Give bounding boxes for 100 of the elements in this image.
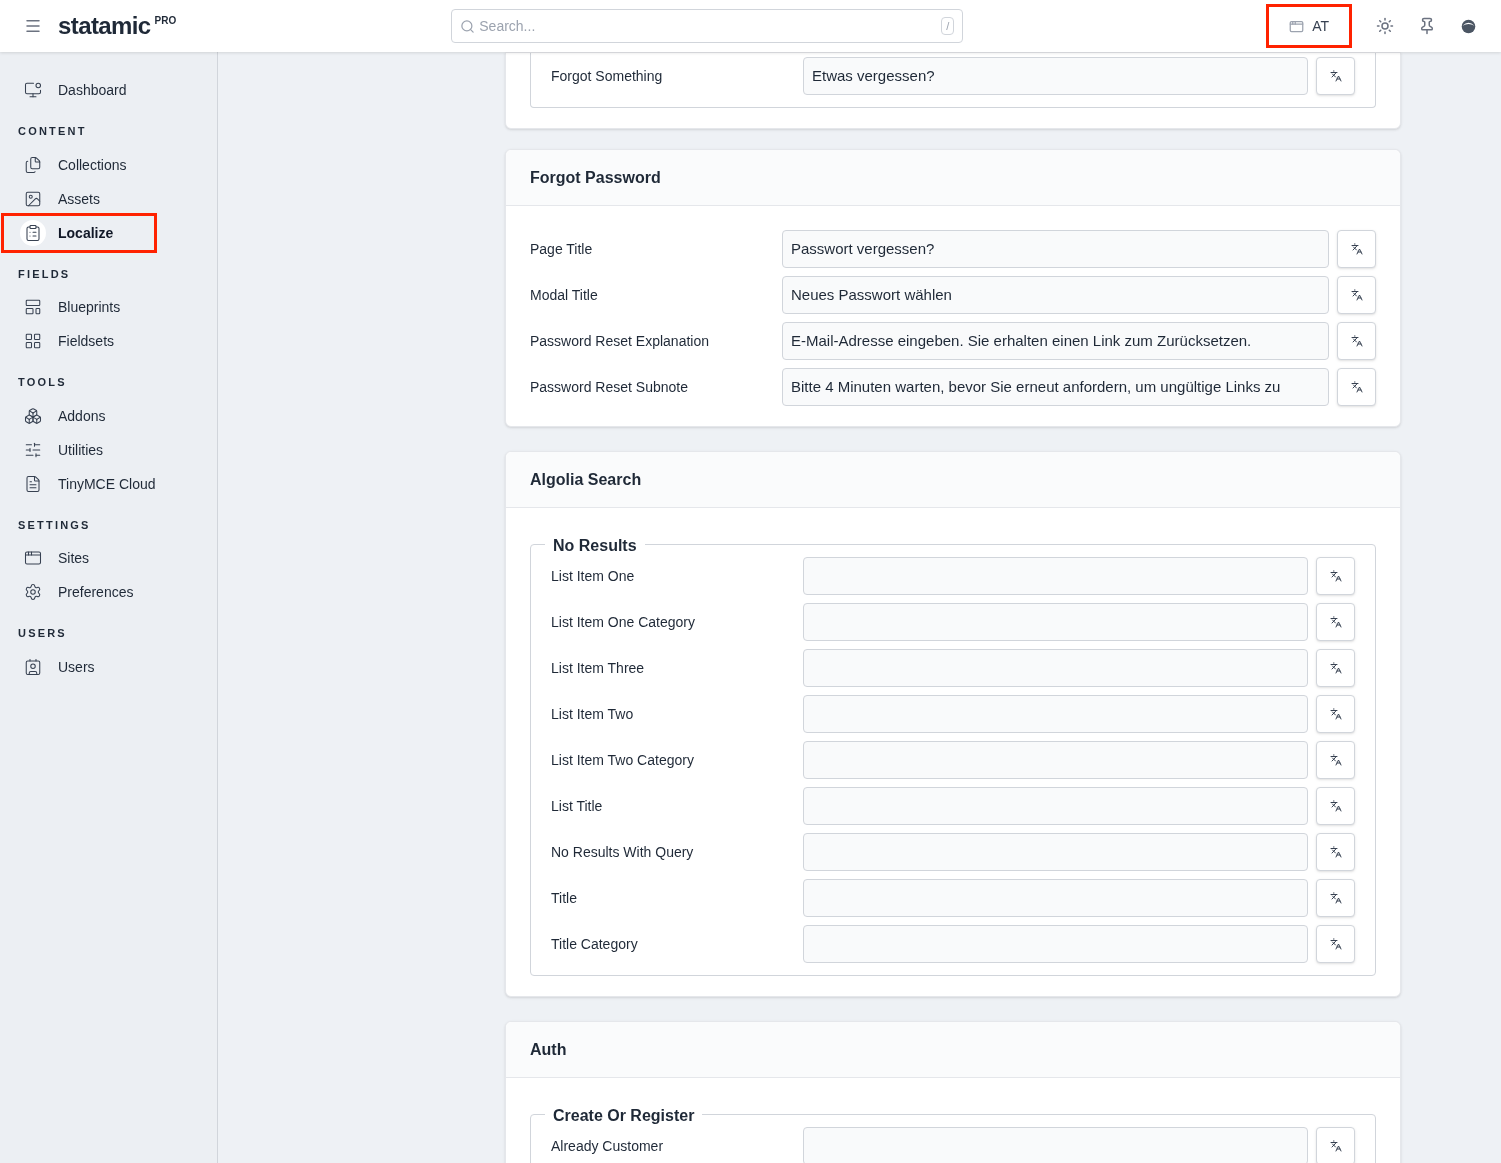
input-field[interactable]: Neues Passwort wählen bbox=[782, 276, 1329, 314]
field-label: List Item One bbox=[551, 567, 636, 586]
field-label: Password Reset Subnote bbox=[530, 378, 689, 397]
section-heading: FIELDS bbox=[18, 266, 72, 282]
window-icon bbox=[1289, 18, 1305, 34]
menu-icon[interactable] bbox=[24, 17, 42, 35]
sliders-icon bbox=[24, 440, 42, 459]
input-field[interactable] bbox=[803, 1127, 1308, 1163]
field-label: Title bbox=[551, 889, 578, 908]
translate-icon bbox=[1350, 381, 1363, 393]
translate-button[interactable] bbox=[1337, 368, 1376, 406]
translate-button[interactable] bbox=[1337, 230, 1376, 268]
translate-button[interactable] bbox=[1316, 557, 1355, 595]
sidebar-item[interactable]: Localize bbox=[4, 215, 154, 250]
boxes-icon bbox=[24, 406, 42, 425]
input-field[interactable]: Etwas vergessen? bbox=[803, 57, 1308, 95]
translate-icon bbox=[1329, 938, 1342, 950]
translate-icon bbox=[1329, 570, 1342, 582]
sidebar-item[interactable]: Collections bbox=[4, 147, 154, 182]
sidebar-item[interactable]: Preferences bbox=[4, 575, 154, 609]
sidebar-item[interactable]: Users bbox=[4, 649, 154, 684]
contact-card-icon bbox=[24, 657, 42, 676]
logo: statamic bbox=[58, 11, 151, 41]
sidebar-item[interactable]: Blueprints bbox=[4, 290, 154, 324]
input-field[interactable] bbox=[803, 879, 1308, 917]
translate-button[interactable] bbox=[1316, 649, 1355, 687]
translate-button[interactable] bbox=[1316, 741, 1355, 779]
section-heading: TOOLS bbox=[18, 375, 68, 390]
translate-button[interactable] bbox=[1316, 787, 1355, 825]
search-icon bbox=[460, 18, 476, 34]
sidebar-item[interactable]: Assets bbox=[4, 181, 154, 216]
translate-button[interactable] bbox=[1316, 603, 1355, 641]
grid-icon bbox=[24, 332, 42, 350]
input-field[interactable] bbox=[803, 603, 1308, 641]
field-label: No Results With Query bbox=[551, 843, 695, 862]
translate-button[interactable] bbox=[1316, 833, 1355, 871]
translate-icon bbox=[1329, 754, 1342, 766]
card-title: Auth bbox=[506, 1022, 1400, 1078]
translate-icon bbox=[1329, 616, 1342, 628]
field-label: Forgot Something bbox=[551, 67, 664, 86]
translate-button[interactable] bbox=[1316, 695, 1355, 733]
translate-icon bbox=[1329, 662, 1342, 674]
input-field[interactable] bbox=[803, 695, 1308, 733]
documents-icon bbox=[24, 155, 42, 174]
site-selector[interactable]: AT bbox=[1266, 4, 1352, 48]
half-moon-icon[interactable] bbox=[1460, 17, 1477, 35]
translate-button[interactable] bbox=[1316, 925, 1355, 963]
sidebar-item[interactable]: Fieldsets bbox=[4, 324, 154, 358]
field-label: Page Title bbox=[530, 240, 594, 259]
input-field[interactable]: E-Mail-Adresse eingeben. Sie erhalten einen Link zum Zurücksetzen. bbox=[782, 322, 1329, 360]
section-heading: CONTENT bbox=[18, 124, 88, 139]
card-title: Forgot Password bbox=[506, 150, 1400, 206]
gear-icon bbox=[24, 583, 42, 601]
sidebar-item[interactable]: Utilities bbox=[4, 432, 154, 467]
field-label: List Item Two Category bbox=[551, 751, 695, 770]
translate-icon bbox=[1329, 846, 1342, 858]
field-label: List Item One Category bbox=[551, 613, 696, 632]
input-field[interactable] bbox=[803, 833, 1308, 871]
translate-button[interactable] bbox=[1316, 57, 1355, 95]
sun-icon[interactable] bbox=[1376, 17, 1394, 35]
section-heading: USERS bbox=[18, 626, 68, 641]
translate-button[interactable] bbox=[1316, 879, 1355, 917]
field-label: Title Category bbox=[551, 935, 639, 954]
input-field[interactable] bbox=[803, 741, 1308, 779]
input-field[interactable] bbox=[803, 787, 1308, 825]
translate-icon bbox=[1329, 70, 1342, 82]
translate-button[interactable] bbox=[1316, 1127, 1355, 1163]
sidebar-item[interactable]: Sites bbox=[4, 541, 154, 575]
pro-label: PRO bbox=[154, 13, 177, 28]
section-heading: SETTINGS bbox=[18, 517, 92, 533]
input-field[interactable]: Bitte 4 Minuten warten, bevor Sie erneut anfordern, um ungültige Links zu bbox=[782, 368, 1329, 406]
sidebar-item[interactable]: Addons bbox=[4, 398, 154, 433]
card-title: Algolia Search bbox=[506, 452, 1400, 508]
clipboard-list-icon bbox=[24, 223, 42, 242]
field-label: List Item Three bbox=[551, 659, 646, 678]
window-icon bbox=[24, 549, 42, 567]
monitor-icon bbox=[24, 81, 42, 99]
input-field[interactable]: Passwort vergessen? bbox=[782, 230, 1329, 268]
document-icon bbox=[24, 474, 42, 493]
input-field[interactable] bbox=[803, 557, 1308, 595]
translate-icon bbox=[1329, 708, 1342, 720]
input-field[interactable] bbox=[803, 925, 1308, 963]
translate-icon bbox=[1329, 800, 1342, 812]
shortcut-key: / bbox=[941, 16, 955, 36]
sidebar-item[interactable]: TinyMCE Cloud bbox=[4, 466, 164, 501]
translate-button[interactable] bbox=[1337, 322, 1376, 360]
image-icon bbox=[24, 189, 42, 208]
translate-icon bbox=[1350, 335, 1363, 347]
pin-icon[interactable] bbox=[1418, 17, 1436, 35]
search-input[interactable]: Search... bbox=[479, 16, 938, 36]
sidebar-item[interactable]: Dashboard bbox=[4, 73, 154, 107]
input-field[interactable] bbox=[803, 649, 1308, 687]
translate-button[interactable] bbox=[1337, 276, 1376, 314]
translate-icon bbox=[1350, 289, 1363, 301]
field-label: List Item Two bbox=[551, 705, 635, 724]
layout-icon bbox=[24, 298, 42, 316]
field-label: Password Reset Explanation bbox=[530, 332, 710, 351]
field-label: Already Customer bbox=[551, 1137, 665, 1156]
field-label: Modal Title bbox=[530, 286, 599, 305]
translate-icon bbox=[1329, 1140, 1342, 1152]
